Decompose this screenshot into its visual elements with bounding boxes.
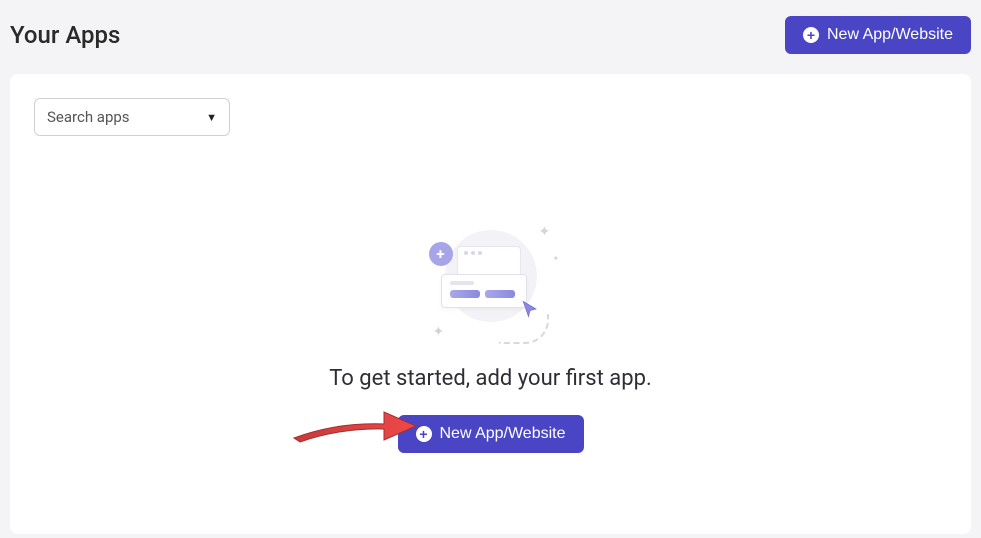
plus-circle-icon: + [803, 27, 819, 43]
page-title: Your Apps [10, 21, 120, 49]
empty-state-title: To get started, add your first app. [329, 366, 652, 391]
plus-circle-icon: + [416, 426, 432, 442]
plus-icon: + [429, 242, 453, 266]
chevron-down-icon: ▼ [206, 111, 217, 124]
cursor-icon [521, 300, 539, 318]
search-apps-select[interactable]: Search apps ▼ [34, 98, 230, 136]
apps-card: Search apps ▼ ✦ ✦ ✦ + To get started, ad… [10, 74, 971, 534]
sparkle-icon: ✦ [433, 324, 445, 340]
new-app-button-label: New App/Website [827, 26, 953, 44]
empty-state: ✦ ✦ ✦ + To get started, add your first a… [10, 224, 971, 453]
empty-state-cta-label: New App/Website [440, 425, 566, 443]
sparkle-icon: ✦ [553, 254, 560, 263]
page-header: Your Apps + New App/Website [0, 0, 981, 74]
new-app-button[interactable]: + New App/Website [785, 16, 971, 54]
search-apps-placeholder: Search apps [47, 108, 130, 126]
empty-state-new-app-button[interactable]: + New App/Website [398, 415, 584, 453]
empty-illustration: ✦ ✦ ✦ + [421, 224, 561, 344]
sparkle-icon: ✦ [539, 224, 551, 240]
